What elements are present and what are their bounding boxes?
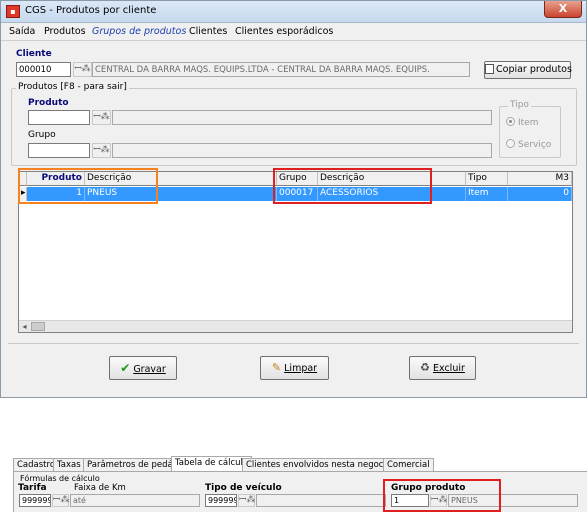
grupo-input[interactable] [28, 143, 90, 158]
trash-icon: ♻ [420, 361, 430, 374]
cliente-code-input[interactable]: 000010 [16, 62, 71, 77]
grupo-produto-input[interactable]: 1 [391, 494, 429, 507]
radio-unselected-icon [506, 139, 515, 148]
excluir-label: Excluir [433, 363, 465, 374]
cell-descricao[interactable]: PNEUS [85, 187, 277, 201]
tarifa-label: Tarifa [18, 483, 47, 493]
cliente-name-field: CENTRAL DA BARRA MAQS. EQUIPS.LTDA - CEN… [92, 62, 470, 77]
col-grupo-header[interactable]: Grupo [277, 172, 318, 186]
tipo-item-radio[interactable]: Item [506, 117, 539, 128]
menu-clientes[interactable]: Clientes [189, 26, 227, 37]
tipo-servico-label: Serviço [518, 140, 552, 150]
menu-bar: Saída Produtos Grupos de produtos Client… [1, 24, 586, 41]
radio-selected-icon [506, 117, 515, 126]
grid-indicator-header [19, 172, 27, 186]
tipo-veiculo-label: Tipo de veículo [205, 483, 282, 493]
tipo-veiculo-lookup-icon[interactable]: ꟷ⁂ [238, 494, 255, 507]
row-indicator-icon: ▸ [19, 187, 27, 201]
tipo-label: Tipo [508, 100, 531, 110]
cell-grupo[interactable]: 000017 [277, 187, 318, 201]
produto-lookup-icon[interactable]: ꟷ⁂ [92, 110, 111, 125]
scroll-left-icon[interactable]: ◂ [19, 321, 30, 332]
gravar-label: Gravar [133, 364, 166, 375]
tipo-item-label: Item [518, 118, 539, 128]
close-button[interactable]: X [544, 1, 582, 18]
tabela-de-calculo-panel: Fórmulas de cálculo Tarifa Faixa de Km 9… [13, 471, 587, 512]
produtos-grid[interactable]: Produto Descrição Grupo Descrição Tipo M… [18, 171, 573, 333]
tarifa-lookup-icon[interactable]: ꟷ⁂ [52, 494, 69, 507]
app-icon: ▪ [6, 5, 20, 18]
excluir-button[interactable]: ♻ Excluir [409, 356, 476, 380]
brush-icon: ✎ [271, 361, 282, 374]
col-produto-header[interactable]: Produto [27, 172, 85, 186]
main-window: ▪ CGS - Produtos por cliente X Saída Pro… [0, 0, 587, 398]
title-bar: ▪ CGS - Produtos por cliente X [1, 1, 586, 23]
limpar-button[interactable]: ✎ Limpar [260, 356, 329, 380]
window-title: CGS - Produtos por cliente [25, 5, 157, 16]
tipo-servico-radio[interactable]: Serviço [506, 139, 551, 150]
cliente-lookup-icon[interactable]: ꟷ⁂ [73, 62, 92, 77]
grupo-produto-label: Grupo produto [391, 483, 466, 493]
formulas-title: Fórmulas de cálculo [20, 474, 100, 483]
cliente-label: Cliente [16, 49, 52, 59]
tipo-groupbox [499, 106, 561, 158]
separator [8, 343, 579, 344]
col-grupo-descricao-header[interactable]: Descrição [318, 172, 466, 186]
tipo-veiculo-name-field [256, 494, 386, 507]
check-icon: ✔ [120, 361, 131, 375]
copiar-produtos-button[interactable]: Copiar produtos [484, 61, 572, 79]
cell-m3[interactable]: 0 [508, 187, 572, 201]
produto-name-field [112, 110, 492, 125]
menu-grupos-de-produtos[interactable]: Grupos de produtos [92, 26, 186, 37]
faixa-km-label: Faixa de Km [74, 483, 126, 493]
produto-label: Produto [28, 98, 69, 108]
tab-comercial[interactable]: Comercial [383, 458, 434, 472]
col-descricao-header[interactable]: Descrição [85, 172, 277, 186]
cell-grupo-descricao[interactable]: ACESSORIOS [318, 187, 466, 201]
produto-input[interactable] [28, 110, 90, 125]
menu-clientes-esporadicos[interactable]: Clientes esporádicos [235, 26, 333, 37]
grid-horizontal-scrollbar[interactable]: ◂ [19, 320, 572, 332]
scroll-thumb[interactable] [31, 322, 45, 331]
faixa-km-field: até [70, 494, 200, 507]
tab-taxas[interactable]: Taxas [53, 458, 85, 472]
grupo-produto-name-field: PNEUS [448, 494, 578, 507]
grupo-lookup-icon[interactable]: ꟷ⁂ [92, 143, 111, 158]
produtos-groupbox-title: Produtos [F8 - para sair] [16, 82, 129, 92]
limpar-label: Limpar [284, 363, 318, 374]
copiar-produtos-label: Copiar produtos [496, 64, 572, 75]
grupo-name-field [112, 143, 492, 158]
menu-saida[interactable]: Saída [9, 26, 35, 37]
tab-tabela-de-calculo[interactable]: Tabela de cálculo [171, 456, 253, 472]
col-m3-header[interactable]: M3 [508, 172, 572, 186]
copy-icon [485, 64, 494, 74]
cell-tipo[interactable]: Item [466, 187, 508, 201]
tipo-veiculo-input[interactable]: 999999 [205, 494, 237, 507]
cell-produto[interactable]: 1 [27, 187, 85, 201]
grupo-label: Grupo [28, 130, 56, 140]
tarifa-input[interactable]: 999999 [19, 494, 51, 507]
gravar-button[interactable]: ✔ Gravar [109, 356, 177, 380]
col-tipo-header[interactable]: Tipo [466, 172, 508, 186]
menu-produtos[interactable]: Produtos [44, 26, 86, 37]
grupo-produto-lookup-icon[interactable]: ꟷ⁂ [430, 494, 447, 507]
